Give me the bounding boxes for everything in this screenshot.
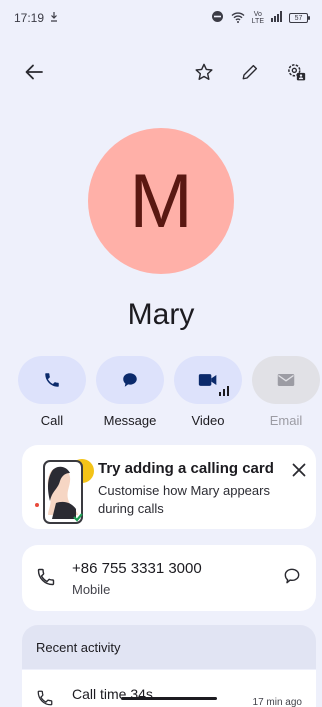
call-log-icon (36, 689, 54, 707)
video-signal-icon (219, 386, 229, 396)
battery-icon: 57 (289, 13, 310, 23)
star-outline-icon (195, 63, 213, 80)
calling-card-illustration (35, 459, 94, 524)
phone-outline-icon (36, 567, 56, 592)
download-icon (50, 11, 58, 25)
status-left: 17:19 (14, 11, 58, 25)
video-action[interactable]: Video (174, 356, 242, 428)
phone-type: Mobile (72, 582, 111, 597)
email-label: Email (269, 413, 303, 428)
mail-icon (277, 374, 295, 386)
message-number-button[interactable] (282, 566, 302, 591)
arrow-left-icon (25, 64, 43, 80)
dismiss-calling-card-button[interactable] (292, 463, 306, 482)
email-action: Email (252, 356, 320, 428)
phone-icon (45, 373, 59, 387)
recent-activity-item[interactable]: Call time 34s 17 min ago (22, 670, 316, 707)
video-camera-icon (198, 374, 217, 386)
chat-bubble-outline-icon (284, 568, 300, 584)
phone-number: +86 755 3331 3000 (72, 560, 202, 577)
call-button[interactable] (18, 356, 86, 404)
video-button[interactable] (174, 356, 242, 404)
contact-settings-button[interactable] (284, 60, 308, 84)
recent-activity-header: Recent activity (22, 625, 316, 669)
contact-settings-icon (288, 64, 306, 81)
status-time: 17:19 (14, 11, 45, 25)
status-right: Vo LTE 57 (211, 10, 310, 26)
network-type-icon: Vo LTE (252, 11, 264, 25)
avatar-initial: M (129, 158, 193, 244)
edit-button[interactable] (238, 60, 262, 84)
back-button[interactable] (22, 60, 46, 84)
contact-avatar[interactable]: M (88, 128, 234, 274)
contact-name: Mary (127, 298, 195, 331)
signal-icon (271, 11, 282, 25)
calling-card-promo[interactable]: Try adding a calling card Customise how … (22, 445, 316, 529)
phone-number-card[interactable]: +86 755 3331 3000 Mobile (22, 545, 316, 611)
call-action[interactable]: Call (18, 356, 86, 428)
calling-card-subtitle: Customise how Mary appears during calls (98, 483, 270, 516)
calling-card-title: Try adding a calling card (98, 460, 274, 477)
quick-actions: Call Message Video Email (18, 356, 322, 428)
status-bar: 17:19 Vo LTE 57 (0, 0, 322, 36)
pencil-icon (242, 64, 258, 80)
call-label: Call (40, 413, 64, 428)
close-icon (292, 463, 306, 477)
wifi-icon (231, 11, 245, 26)
home-indicator[interactable] (121, 697, 217, 700)
network-top: Vo (253, 11, 262, 18)
chat-bubble-icon (123, 373, 137, 387)
message-button[interactable] (96, 356, 164, 404)
favorite-button[interactable] (192, 60, 216, 84)
email-button (252, 356, 320, 404)
message-label: Message (103, 413, 157, 428)
top-app-bar (0, 56, 322, 88)
battery-level: 57 (294, 14, 303, 22)
message-action[interactable]: Message (96, 356, 164, 428)
top-app-bar-actions (192, 60, 308, 84)
recent-activity-time: 17 min ago (252, 697, 302, 707)
do-not-disturb-icon (211, 10, 224, 26)
network-bottom: LTE (251, 18, 264, 25)
video-label: Video (191, 413, 225, 428)
